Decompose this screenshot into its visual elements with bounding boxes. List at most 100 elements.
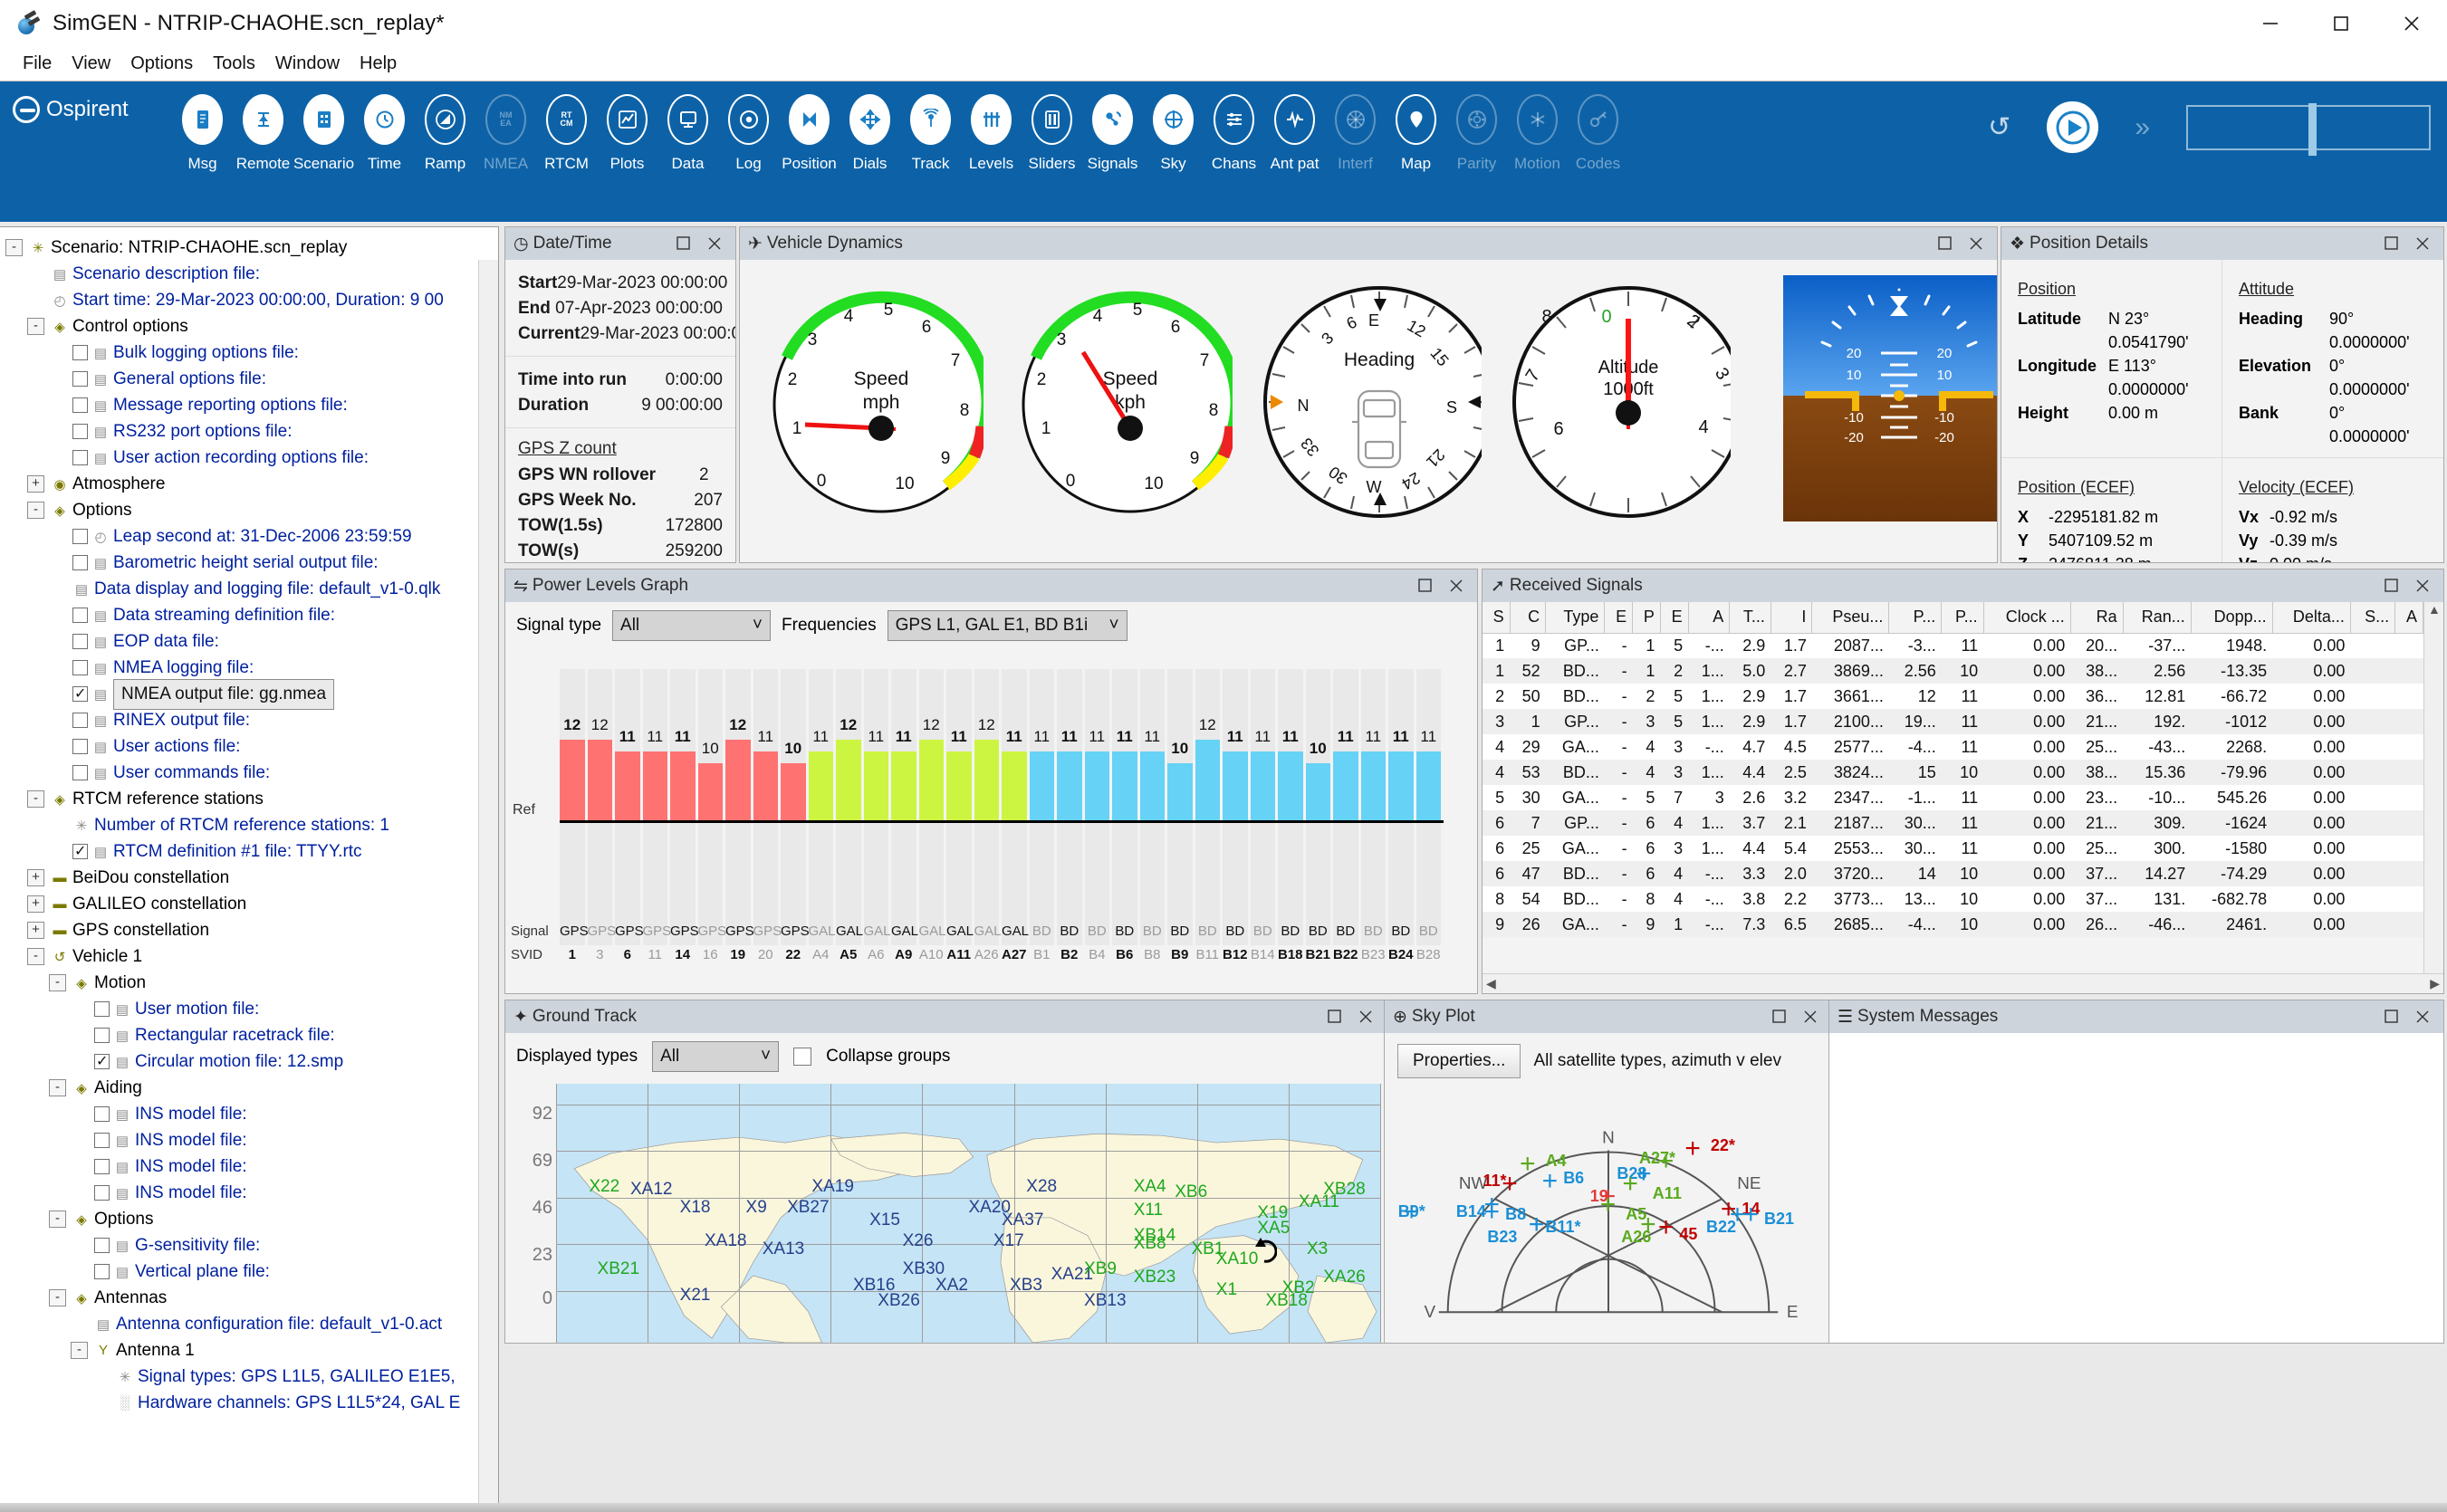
- toolbar-button-position[interactable]: Position: [779, 94, 840, 173]
- tree-item[interactable]: -◈Control options: [5, 313, 498, 340]
- tree-item[interactable]: ▤Data display and logging file: default_…: [5, 576, 498, 602]
- toolbar-button-ramp[interactable]: Ramp: [415, 94, 475, 173]
- tree-item[interactable]: ▤RS232 port options file:: [5, 418, 498, 445]
- tree-checkbox[interactable]: [72, 608, 88, 623]
- tree-item[interactable]: ▤Scenario description file:: [5, 261, 498, 287]
- tree-checkbox[interactable]: [94, 1133, 110, 1148]
- tree-checkbox[interactable]: [72, 634, 88, 649]
- tree-item[interactable]: ▤User action recording options file:: [5, 445, 498, 471]
- system-messages-list[interactable]: [1829, 1033, 2443, 1343]
- toolbar-button-plots[interactable]: Plots: [597, 94, 657, 173]
- toolbar-button-remote[interactable]: Remote: [233, 94, 293, 173]
- menu-options[interactable]: Options: [120, 50, 203, 78]
- column-header[interactable]: I: [1770, 602, 1812, 633]
- toolbar-button-time[interactable]: Time: [354, 94, 415, 173]
- toolbar-button-sliders[interactable]: Sliders: [1022, 94, 1082, 173]
- tree-checkbox[interactable]: [72, 739, 88, 754]
- tree-item[interactable]: ◴Leap second at: 31-Dec-2006 23:59:59: [5, 523, 498, 550]
- tree-item[interactable]: -◈Antennas: [5, 1285, 498, 1311]
- expand-icon[interactable]: +: [27, 895, 44, 913]
- tree-item[interactable]: -◈Aiding: [5, 1075, 498, 1101]
- vehicle-dynamics-close-button[interactable]: [1961, 230, 1991, 257]
- column-header[interactable]: Dopp...: [2191, 602, 2272, 633]
- expand-icon[interactable]: +: [27, 922, 44, 939]
- tree-item[interactable]: ▤User commands file:: [5, 760, 498, 786]
- tree-item[interactable]: -↺Vehicle 1: [5, 943, 498, 970]
- column-header[interactable]: Clock ...: [1983, 602, 2070, 633]
- column-header[interactable]: P...: [1889, 602, 1942, 633]
- signal-type-select[interactable]: All ˅: [612, 610, 771, 641]
- tree-item[interactable]: ░Hardware channels: GPS L1L5*24, GAL E: [5, 1390, 498, 1416]
- tree-checkbox[interactable]: [72, 555, 88, 570]
- received-signals-maximize-button[interactable]: [2376, 572, 2407, 599]
- menu-tools[interactable]: Tools: [203, 50, 265, 78]
- tree-checkbox[interactable]: [94, 1238, 110, 1253]
- table-row[interactable]: 854BD...-84-...3.82.23773...13...100.003…: [1483, 886, 2423, 912]
- toolbar-button-rtcm[interactable]: RTCMRTCM: [536, 94, 597, 173]
- tree-item[interactable]: +▬GALILEO constellation: [5, 891, 498, 917]
- column-header[interactable]: C: [1510, 602, 1545, 633]
- table-row[interactable]: 926GA...-91-...7.36.52685...-4...100.002…: [1483, 912, 2423, 937]
- column-header[interactable]: E: [1605, 602, 1633, 633]
- table-row[interactable]: 453BD...-431...4.42.53824...15100.0038..…: [1483, 760, 2423, 785]
- power-levels-maximize-button[interactable]: [1410, 572, 1441, 599]
- tree-checkbox[interactable]: [94, 1106, 110, 1122]
- tree-checkbox[interactable]: [94, 1028, 110, 1043]
- date-time-maximize-button[interactable]: [668, 230, 699, 257]
- tree-checkbox[interactable]: [94, 1054, 110, 1069]
- tree-checkbox[interactable]: [94, 1185, 110, 1201]
- menu-view[interactable]: View: [62, 50, 120, 78]
- received-signals-close-button[interactable]: [2407, 572, 2438, 599]
- close-button[interactable]: [2376, 0, 2447, 47]
- toolbar-button-msg[interactable]: Msg: [172, 94, 233, 173]
- collapse-icon[interactable]: -: [5, 239, 23, 256]
- tree-item[interactable]: +◉Atmosphere: [5, 471, 498, 497]
- displayed-types-select[interactable]: All ˅: [652, 1041, 779, 1072]
- collapse-icon[interactable]: -: [49, 1289, 66, 1306]
- frequencies-select[interactable]: GPS L1, GAL E1, BD B1i ˅: [888, 610, 1128, 641]
- received-signals-hscrollbar[interactable]: ◀▶: [1483, 973, 2443, 993]
- column-header[interactable]: S...: [2350, 602, 2394, 633]
- tree-item[interactable]: -ΥAntenna 1: [5, 1337, 498, 1364]
- tree-checkbox[interactable]: [72, 450, 88, 465]
- tree-item[interactable]: ▤Antenna configuration file: default_v1-…: [5, 1311, 498, 1337]
- toolbar-button-log[interactable]: Log: [718, 94, 779, 173]
- collapse-groups-checkbox[interactable]: [793, 1048, 811, 1066]
- menu-help[interactable]: Help: [350, 50, 407, 78]
- toolbar-button-chans[interactable]: Chans: [1204, 94, 1264, 173]
- table-row[interactable]: 19GP...-15-...2.91.72087...-3...110.0020…: [1483, 633, 2423, 658]
- tree-item[interactable]: ▤Vertical plane file:: [5, 1258, 498, 1285]
- collapse-icon[interactable]: -: [27, 318, 44, 335]
- tree-checkbox[interactable]: [94, 1264, 110, 1279]
- collapse-icon[interactable]: -: [49, 1211, 66, 1228]
- column-header[interactable]: Ran...: [2123, 602, 2191, 633]
- toolbar-button-signals[interactable]: Signals: [1082, 94, 1143, 173]
- tree-item[interactable]: ▤Rectangular racetrack file:: [5, 1022, 498, 1048]
- tree-item[interactable]: ▤Bulk logging options file:: [5, 340, 498, 366]
- collapse-icon[interactable]: -: [49, 1079, 66, 1096]
- tree-checkbox[interactable]: [72, 660, 88, 675]
- table-row[interactable]: 31GP...-351...2.91.72100...19...110.0021…: [1483, 709, 2423, 734]
- column-header[interactable]: P...: [1942, 602, 1983, 633]
- tree-item[interactable]: ▤Barometric height serial output file:: [5, 550, 498, 576]
- run-progress-slider[interactable]: [2186, 105, 2431, 150]
- column-header[interactable]: Delta...: [2272, 602, 2350, 633]
- tree-item[interactable]: -✳Scenario: NTRIP-CHAOHE.scn_replay: [5, 234, 498, 261]
- tree-item[interactable]: ▤User actions file:: [5, 733, 498, 760]
- collapse-icon[interactable]: -: [49, 974, 66, 991]
- tree-checkbox[interactable]: [72, 765, 88, 780]
- table-row[interactable]: 625GA...-631...4.45.42553...30...110.002…: [1483, 836, 2423, 861]
- toolbar-button-track[interactable]: Track: [900, 94, 961, 173]
- system-messages-close-button[interactable]: [2407, 1003, 2438, 1030]
- tree-item[interactable]: ✳Number of RTCM reference stations: 1: [5, 812, 498, 838]
- toolbar-button-map[interactable]: Map: [1386, 94, 1446, 173]
- tree-item[interactable]: ▤NMEA output file: gg.nmea: [5, 681, 498, 707]
- toolbar-button-data[interactable]: Data: [657, 94, 718, 173]
- tree-item[interactable]: -◈RTCM reference stations: [5, 786, 498, 812]
- tree-item[interactable]: ◴Start time: 29-Mar-2023 00:00:00, Durat…: [5, 287, 498, 313]
- tree-item[interactable]: ✳Signal types: GPS L1L5, GALILEO E1E5,: [5, 1364, 498, 1390]
- tree-item[interactable]: ▤General options file:: [5, 366, 498, 392]
- tree-item[interactable]: -◈Motion: [5, 970, 498, 996]
- collapse-icon[interactable]: -: [71, 1342, 88, 1359]
- ground-track-close-button[interactable]: [1350, 1003, 1381, 1030]
